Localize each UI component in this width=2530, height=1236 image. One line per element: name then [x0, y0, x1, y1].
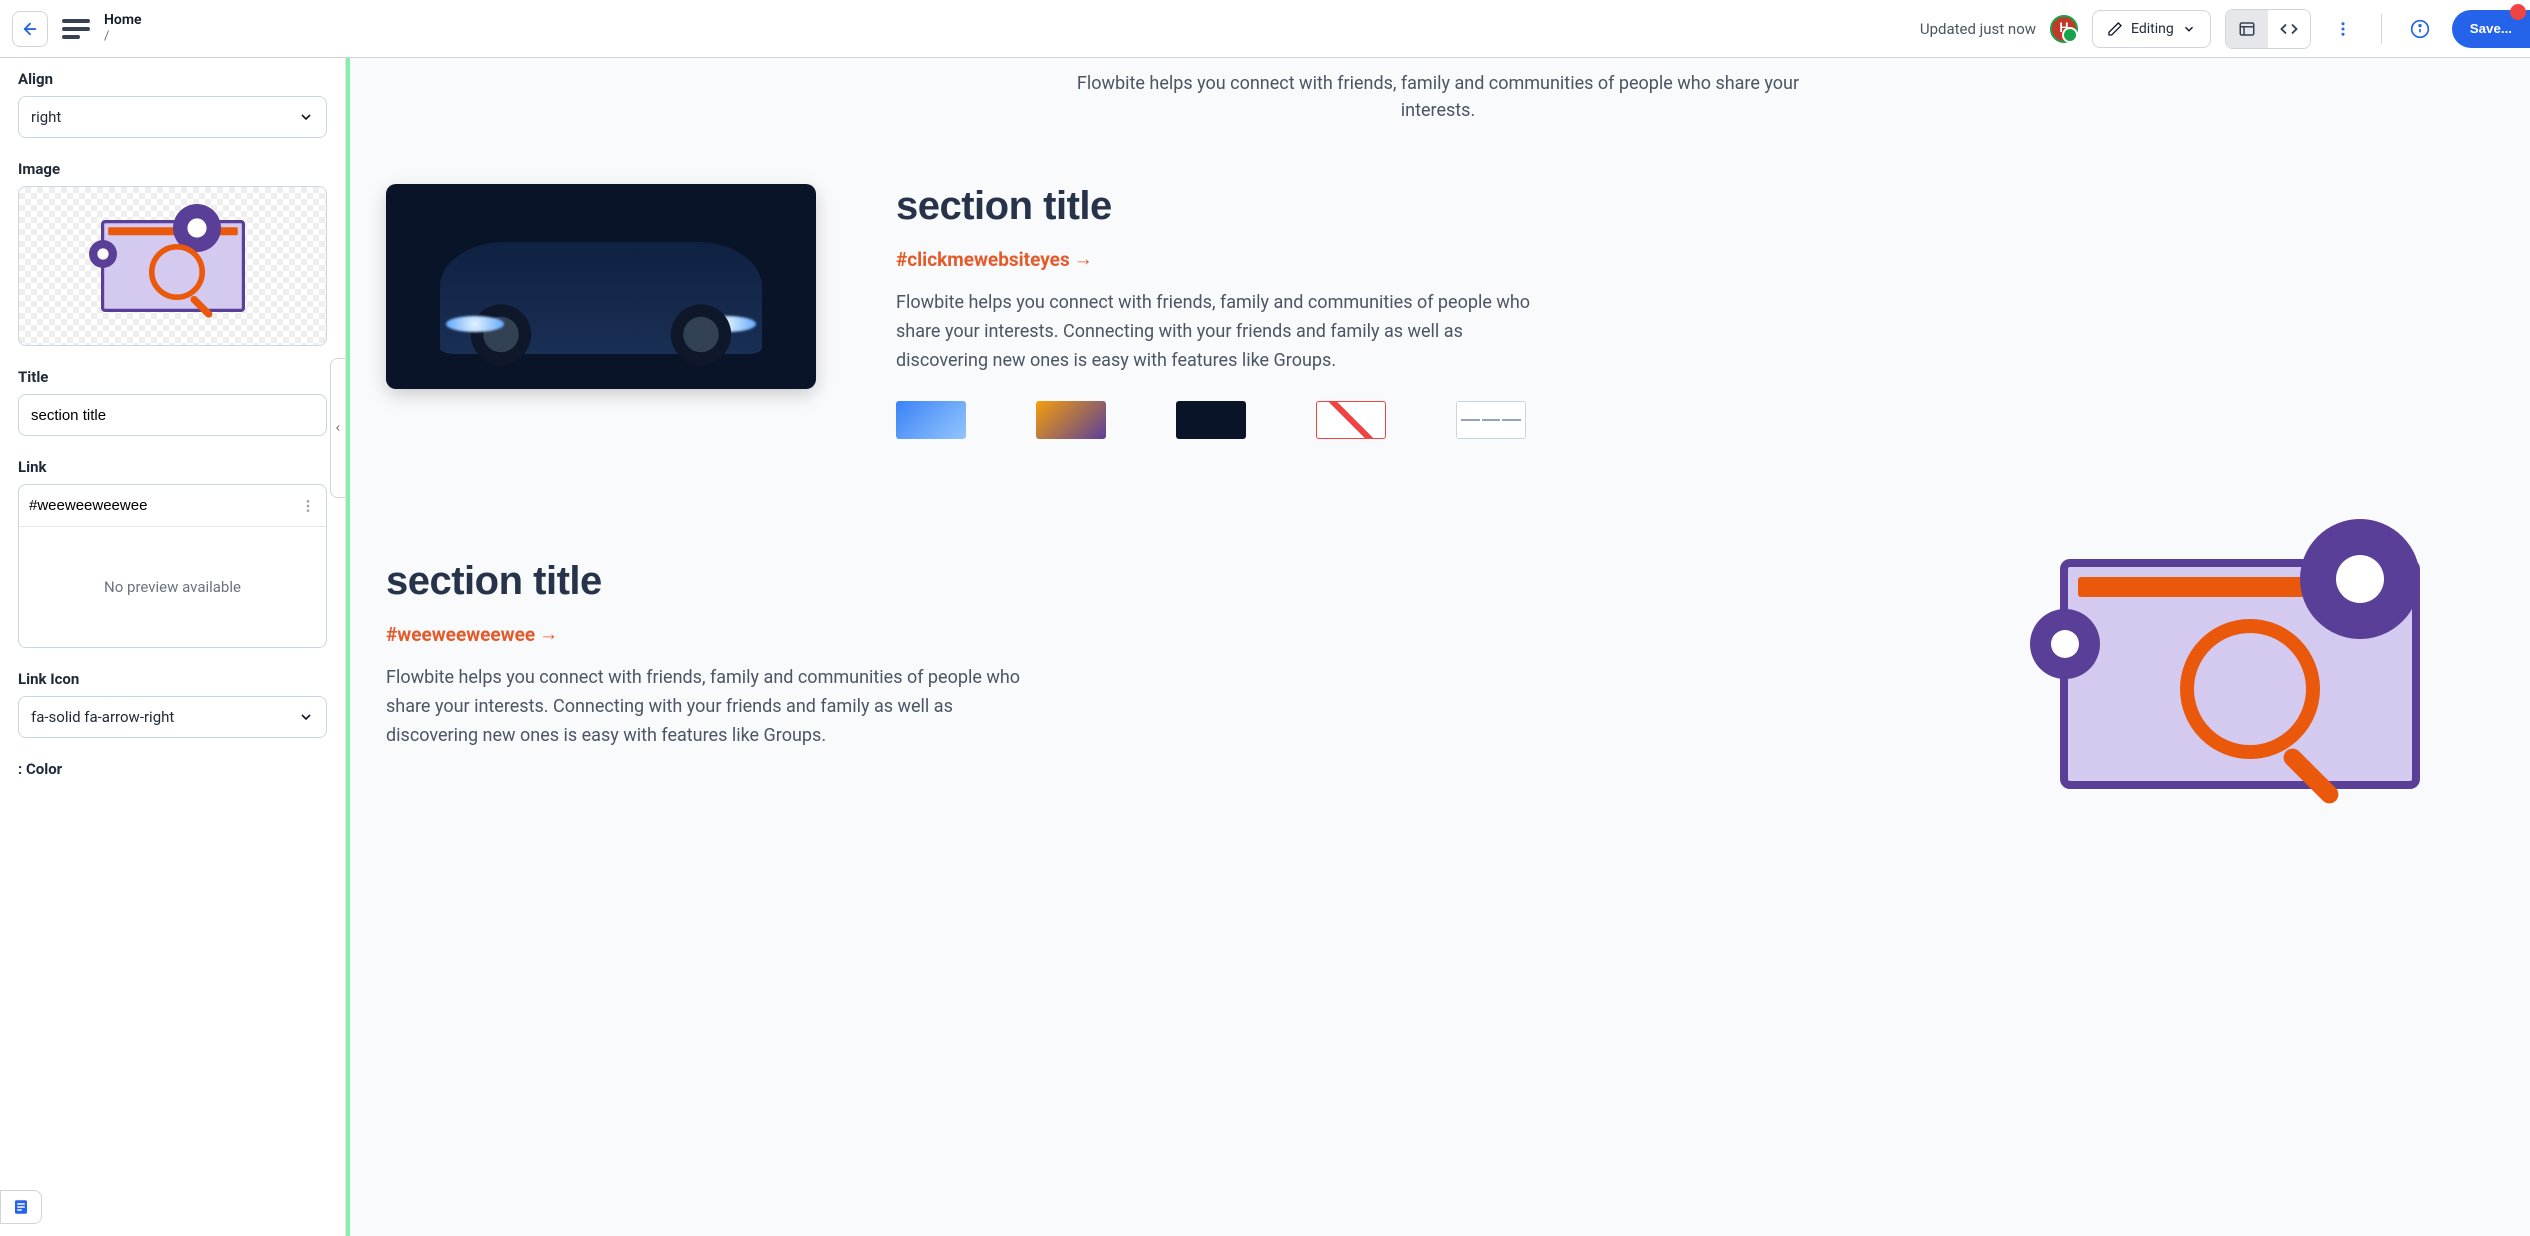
section-desc: Flowbite helps you connect with friends,…	[386, 664, 1026, 750]
section-text: section title #weeweeweewee → Flowbite h…	[386, 559, 1980, 750]
hero-image[interactable]	[386, 184, 816, 389]
breadcrumb-path: /	[104, 29, 142, 45]
section-link[interactable]: #weeweeweewee →	[386, 622, 558, 646]
chevron-down-icon	[298, 109, 314, 125]
info-button[interactable]	[2402, 11, 2438, 47]
intro-text: Flowbite helps you connect with friends,…	[1058, 58, 1818, 124]
section-row: section title #weeweeweewee → Flowbite h…	[386, 559, 2490, 789]
mode-select[interactable]: Editing	[2092, 10, 2211, 48]
thumb-item[interactable]	[1176, 401, 1246, 439]
section-title: section title	[896, 184, 2490, 229]
link-input[interactable]	[29, 497, 300, 514]
section-media	[2060, 559, 2490, 789]
code-icon	[2280, 20, 2298, 38]
chevron-left-icon	[333, 423, 343, 433]
mode-label: Editing	[2131, 21, 2174, 37]
section-row: section title #clickmewebsiteyes → Flowb…	[386, 184, 2490, 439]
save-status: Updated just now	[1920, 20, 2036, 38]
chevron-down-icon	[298, 709, 314, 725]
title-label: Title	[18, 368, 327, 386]
pencil-icon	[2107, 21, 2123, 37]
breadcrumb: Home /	[104, 12, 142, 44]
link-icon-select[interactable]: fa-solid fa-arrow-right	[18, 696, 327, 738]
more-button[interactable]	[2325, 11, 2361, 47]
field-partial: : Color	[18, 760, 327, 778]
page-title: Home	[104, 12, 142, 29]
arrow-left-icon	[21, 20, 39, 38]
dots-vertical-icon	[2334, 20, 2352, 38]
dots-vertical-icon[interactable]	[300, 498, 316, 514]
link-icon-value: fa-solid fa-arrow-right	[31, 708, 174, 726]
link-preview: No preview available	[19, 527, 326, 647]
chevron-down-icon	[2182, 22, 2196, 36]
sidebar-collapse-handle[interactable]	[330, 358, 346, 498]
field-link: Link No preview available	[18, 458, 327, 648]
back-button[interactable]	[12, 11, 48, 47]
thumb-item[interactable]	[1316, 401, 1386, 439]
thumb-item[interactable]	[1456, 401, 1526, 439]
align-value: right	[31, 108, 61, 126]
section-title: section title	[386, 559, 1980, 604]
align-label: Align	[18, 70, 327, 88]
arrow-right-icon: →	[1074, 247, 1093, 271]
section-desc: Flowbite helps you connect with friends,…	[896, 289, 1536, 375]
view-code-button[interactable]	[2268, 10, 2310, 48]
partial-label: : Color	[18, 760, 327, 778]
outline-toggle[interactable]	[0, 1190, 42, 1224]
link-label: Link	[18, 458, 327, 476]
section-media	[386, 184, 816, 389]
info-icon	[2410, 19, 2430, 39]
section-link[interactable]: #clickmewebsiteyes →	[896, 247, 1093, 271]
field-align: Align right	[18, 70, 327, 138]
image-label: Image	[18, 160, 327, 178]
field-image: Image	[18, 160, 327, 346]
field-link-icon: Link Icon fa-solid fa-arrow-right	[18, 670, 327, 738]
section-text: section title #clickmewebsiteyes → Flowb…	[896, 184, 2490, 439]
image-picker[interactable]	[18, 186, 327, 346]
view-toggle	[2225, 9, 2311, 49]
seo-graphic[interactable]	[2060, 559, 2480, 789]
thumb-row	[896, 401, 2490, 439]
title-input[interactable]	[18, 394, 327, 436]
thumb-item[interactable]	[896, 401, 966, 439]
document-icon	[12, 1198, 30, 1216]
car-graphic	[386, 184, 816, 389]
layout-icon	[2238, 20, 2256, 38]
divider	[2381, 14, 2382, 44]
notification-badge[interactable]	[2510, 4, 2526, 20]
field-title: Title	[18, 368, 327, 436]
align-select[interactable]: right	[18, 96, 327, 138]
view-design-button[interactable]	[2226, 10, 2268, 48]
thumb-item[interactable]	[1036, 401, 1106, 439]
canvas[interactable]: Flowbite helps you connect with friends,…	[346, 58, 2530, 1236]
avatar[interactable]: H	[2050, 15, 2078, 43]
menu-toggle[interactable]	[62, 19, 90, 39]
arrow-right-icon: →	[539, 622, 558, 646]
link-icon-label: Link Icon	[18, 670, 327, 688]
topbar: Home / Updated just now H Editing Save..…	[0, 0, 2530, 58]
properties-panel: Align right Image Title Link	[0, 58, 346, 1236]
